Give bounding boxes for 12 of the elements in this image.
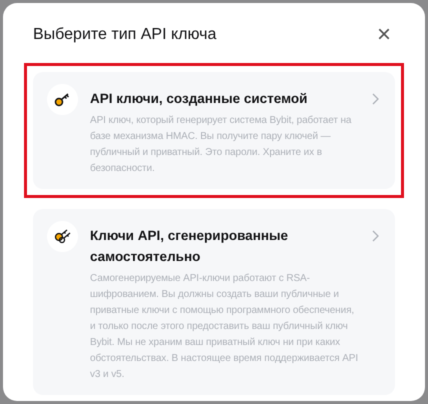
option-title: Ключи API, сгенерированные самостоятельно xyxy=(90,227,290,266)
option-description: API ключ, который генерирует система Bybit, работает на базе механизма HMAC. Вы получите пару ключей — публичный и приватный. Это пароли. Храните их в безопасности. xyxy=(90,114,352,176)
key-icon xyxy=(54,92,72,106)
keys-icon xyxy=(54,228,72,244)
option-card[interactable] xyxy=(33,209,395,395)
option-title: API ключи, созданные системой xyxy=(90,90,308,108)
option-card[interactable]: API ключи, созданные системой API ключ, который генерирует система Bybit, работает на базе механизма HMAC. Вы получите пару ключей — публичный и приватный. Это пароли. Храните их в безопасности. xyxy=(33,72,395,189)
dialog-title: Выберите тип API ключа xyxy=(33,25,216,45)
option-description: Самогенерируемые API-ключи работают с RSA-шифрованием. Вы должны создать ваши публичные и приватные ключи с помощью программного обеспечения, и только после этого предоставить ваш публичный ключ Bybit. Мы не храним ваш приватный ключ ни при каких обстоятельствах. В настоящее время поддерживается API v3 и v5. xyxy=(90,272,360,382)
chevron-icon xyxy=(372,93,379,105)
close-button[interactable]: × xyxy=(376,23,391,47)
chevron-icon xyxy=(372,230,379,242)
